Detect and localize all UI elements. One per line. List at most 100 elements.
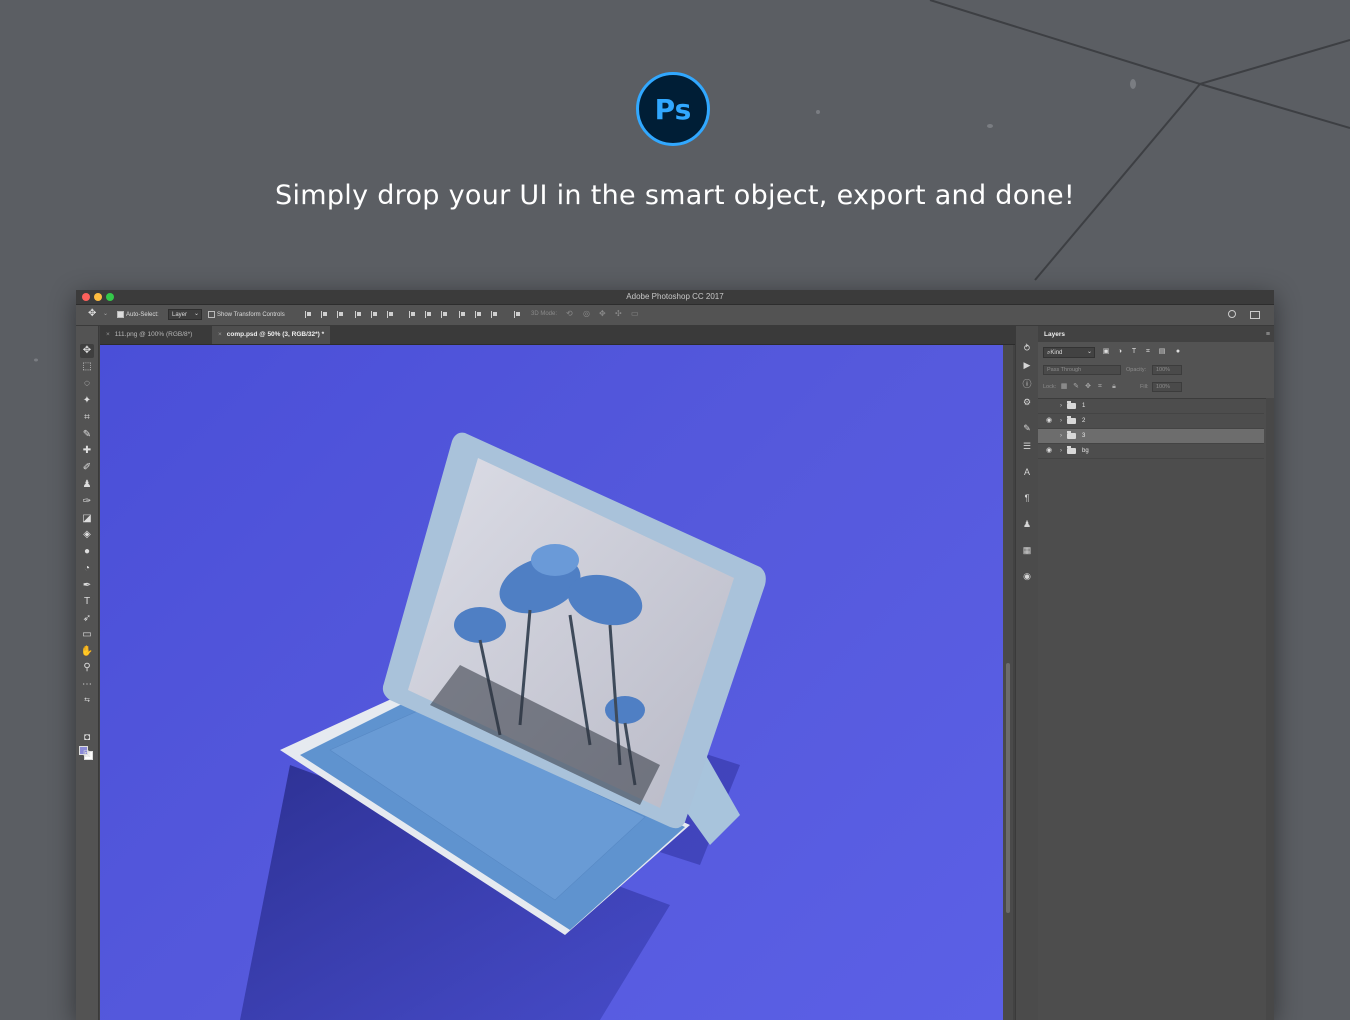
history-panel-icon[interactable]: ⥁ bbox=[1021, 342, 1033, 354]
distribute-left-icon[interactable] bbox=[458, 311, 465, 318]
filter-shape-icon[interactable]: ⌗ bbox=[1144, 348, 1152, 356]
adjustments-panel-icon[interactable]: ☰ bbox=[1021, 440, 1033, 452]
filter-type-icon[interactable]: T bbox=[1130, 348, 1138, 356]
swatches-panel-icon[interactable]: ▦ bbox=[1021, 544, 1033, 556]
layer-row-3[interactable]: › 3 bbox=[1038, 429, 1264, 444]
orbit-3d-icon[interactable]: ⟲ bbox=[566, 309, 573, 318]
layers-scrollbar[interactable] bbox=[1266, 398, 1274, 1020]
filter-adjustment-icon[interactable]: ◑ bbox=[1116, 348, 1124, 356]
libraries-panel-icon[interactable]: ◉ bbox=[1021, 570, 1033, 582]
layer-name: 3 bbox=[1082, 433, 1086, 439]
eraser-tool-icon[interactable]: ◪ bbox=[80, 512, 94, 526]
expand-chevron-icon[interactable]: › bbox=[1060, 429, 1062, 443]
close-tab-icon[interactable]: × bbox=[218, 331, 222, 338]
expand-chevron-icon[interactable]: › bbox=[1060, 414, 1062, 428]
eye-icon[interactable]: ◉ bbox=[1044, 414, 1054, 428]
pen-tool-icon[interactable]: ✒ bbox=[80, 579, 94, 593]
canvas-scrollbar-thumb[interactable] bbox=[1006, 663, 1010, 913]
layers-tab[interactable]: Layers bbox=[1044, 331, 1065, 338]
align-top-icon[interactable] bbox=[304, 311, 311, 318]
eye-icon[interactable]: ◉ bbox=[1044, 444, 1054, 458]
align-vcenter-icon[interactable] bbox=[320, 311, 327, 318]
distribute-right-icon[interactable] bbox=[490, 311, 497, 318]
distribute-top-icon[interactable] bbox=[408, 311, 415, 318]
tab-comp-psd[interactable]: × comp.psd @ 50% (3, RGB/32*) * bbox=[212, 326, 331, 344]
tab-111-png[interactable]: × 111.png @ 100% (RGB/8*) bbox=[100, 326, 198, 344]
more-tools-icon[interactable]: ⋯ bbox=[80, 678, 94, 692]
search-icon[interactable] bbox=[1228, 310, 1236, 318]
brush-tool-icon[interactable]: ✐ bbox=[80, 461, 94, 475]
fill-input[interactable]: 100% bbox=[1152, 382, 1182, 392]
auto-select-checkbox[interactable]: Auto-Select: bbox=[117, 311, 159, 318]
gradient-tool-icon[interactable]: ◈ bbox=[80, 528, 94, 542]
distribute-hcenter-icon[interactable] bbox=[474, 311, 481, 318]
panel-menu-icon[interactable]: ≡ bbox=[1266, 331, 1270, 338]
layer-row-2[interactable]: ◉ › 2 bbox=[1038, 414, 1264, 429]
drag-3d-icon[interactable]: ✥ bbox=[599, 309, 606, 318]
opacity-label: Opacity: bbox=[1126, 367, 1147, 373]
blur-tool-icon[interactable]: ● bbox=[80, 545, 94, 559]
marquee-tool-icon[interactable]: ⬚ bbox=[80, 360, 94, 374]
filter-pixel-icon[interactable]: ▣ bbox=[1102, 348, 1110, 356]
opacity-input[interactable]: 100% bbox=[1152, 365, 1182, 375]
filter-toggle-icon[interactable]: ● bbox=[1174, 348, 1182, 356]
magic-wand-tool-icon[interactable]: ✦ bbox=[80, 394, 94, 408]
history-brush-tool-icon[interactable]: ✑ bbox=[80, 495, 94, 509]
paragraph-panel-icon[interactable]: ¶ bbox=[1021, 492, 1033, 504]
brush-presets-panel-icon[interactable]: ✎ bbox=[1021, 422, 1033, 434]
distribute-vcenter-icon[interactable] bbox=[424, 311, 431, 318]
healing-brush-tool-icon[interactable]: ✚ bbox=[80, 444, 94, 458]
type-tool-icon[interactable]: T bbox=[80, 595, 94, 609]
blend-mode-dropdown[interactable]: Pass Through bbox=[1043, 365, 1121, 375]
layer-filter-dropdown[interactable]: ⌕Kind ⌄ bbox=[1043, 347, 1095, 358]
path-selection-tool-icon[interactable]: ➶ bbox=[80, 612, 94, 626]
move-tool-icon[interactable]: ✥ bbox=[80, 344, 94, 358]
lock-position-icon[interactable]: ✥ bbox=[1084, 383, 1092, 391]
align-bottom-icon[interactable] bbox=[336, 311, 343, 318]
layer-row-1[interactable]: › 1 bbox=[1038, 399, 1264, 414]
dodge-tool-icon[interactable]: ◔ bbox=[80, 562, 94, 576]
lock-image-icon[interactable]: ✎ bbox=[1072, 383, 1080, 391]
eyedropper-tool-icon[interactable]: ✎ bbox=[80, 428, 94, 442]
align-right-icon[interactable] bbox=[386, 311, 393, 318]
lock-artboard-icon[interactable]: ⌗ bbox=[1096, 383, 1104, 391]
scale-3d-icon[interactable]: ▭ bbox=[631, 309, 639, 318]
document-canvas[interactable] bbox=[100, 345, 1003, 1020]
lasso-tool-icon[interactable]: ◌ bbox=[80, 377, 94, 391]
show-transform-checkbox[interactable]: Show Transform Controls bbox=[208, 311, 285, 318]
zoom-tool-icon[interactable]: ⚲ bbox=[80, 661, 94, 675]
distribute-bottom-icon[interactable] bbox=[440, 311, 447, 318]
layer-row-bg[interactable]: ◉ › bg bbox=[1038, 444, 1264, 459]
auto-select-target-dropdown[interactable]: Layer ⌄ bbox=[168, 309, 202, 320]
filter-smart-object-icon[interactable]: ▤ bbox=[1158, 348, 1166, 356]
canvas-scrollbar[interactable] bbox=[1003, 345, 1013, 1020]
opacity-value: 100% bbox=[1156, 367, 1171, 373]
expand-chevron-icon[interactable]: › bbox=[1060, 399, 1062, 413]
align-left-icon[interactable] bbox=[354, 311, 361, 318]
expand-chevron-icon[interactable]: › bbox=[1060, 444, 1062, 458]
character-panel-icon[interactable]: A bbox=[1021, 466, 1033, 478]
workspace-switcher-icon[interactable] bbox=[1250, 311, 1260, 319]
lock-all-icon[interactable]: 🔒︎ bbox=[1110, 383, 1118, 391]
lock-transparent-icon[interactable]: ▦ bbox=[1060, 383, 1068, 391]
screen-mode-icon[interactable]: ⧉ bbox=[80, 748, 94, 762]
tool-preset-chevron-icon[interactable]: ⌄ bbox=[103, 310, 108, 317]
crop-tool-icon[interactable]: ⌗ bbox=[80, 411, 94, 425]
quick-mask-icon[interactable]: ◘ bbox=[80, 731, 94, 745]
move-tool-icon[interactable]: ✥ bbox=[88, 308, 96, 319]
info-panel-icon[interactable]: ⓘ bbox=[1021, 378, 1033, 390]
rectangle-tool-icon[interactable]: ▭ bbox=[80, 628, 94, 642]
close-tab-icon[interactable]: × bbox=[106, 331, 110, 338]
headline: Simply drop your UI in the smart object,… bbox=[275, 180, 1075, 211]
hand-tool-icon[interactable]: ✋ bbox=[80, 645, 94, 659]
roll-3d-icon[interactable]: ◎ bbox=[583, 309, 590, 318]
glyphs-panel-icon[interactable]: ♟ bbox=[1021, 518, 1033, 530]
properties-panel-icon[interactable]: ⚙ bbox=[1021, 396, 1033, 408]
clone-stamp-tool-icon[interactable]: ♟ bbox=[80, 478, 94, 492]
align-hcenter-icon[interactable] bbox=[370, 311, 377, 318]
auto-align-icon[interactable] bbox=[513, 311, 520, 318]
swap-colors-icon[interactable]: ⇆ bbox=[80, 694, 94, 708]
auto-select-target-value: Layer bbox=[172, 312, 188, 318]
actions-panel-icon[interactable]: ▶ bbox=[1021, 359, 1033, 371]
slide-3d-icon[interactable]: ✣ bbox=[615, 309, 622, 318]
